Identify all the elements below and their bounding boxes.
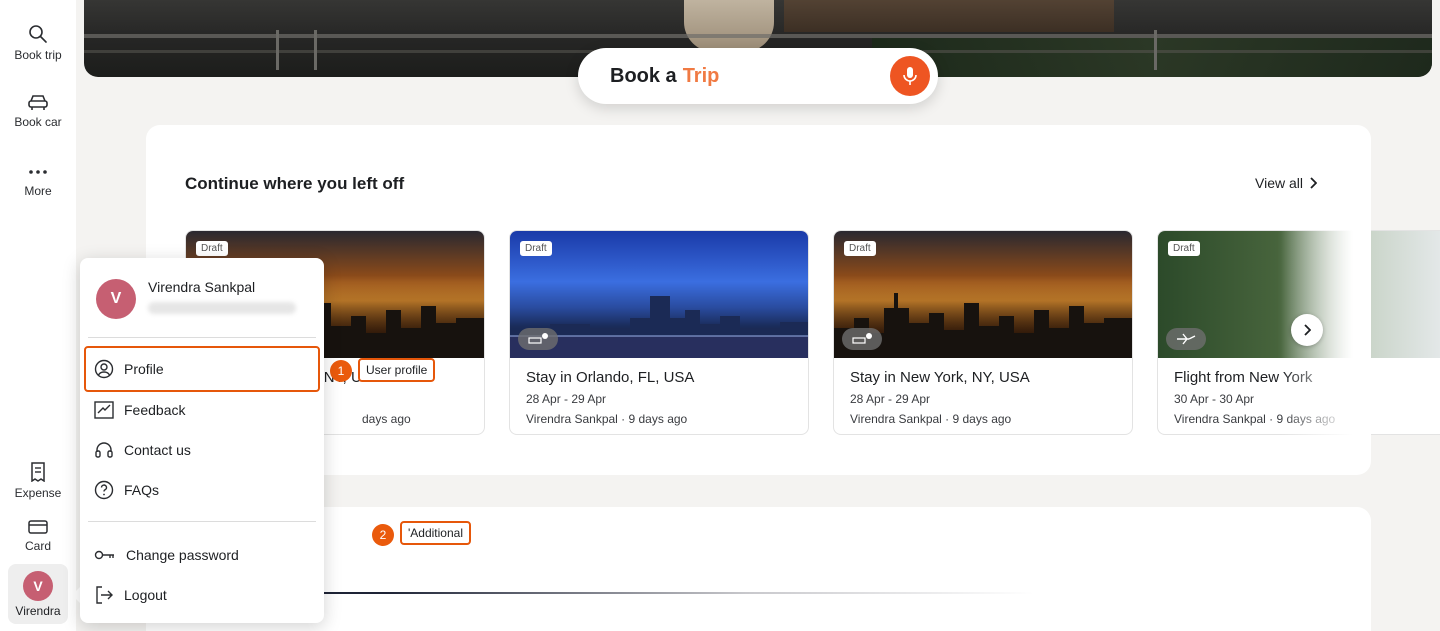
- chevron-right-icon: [1304, 324, 1311, 336]
- menu-item-change-password[interactable]: Change password: [88, 535, 316, 575]
- microphone-icon: [903, 67, 917, 85]
- rail-item-label: Expense: [14, 486, 62, 500]
- mic-button[interactable]: [890, 56, 930, 96]
- hotel-badge: [518, 328, 558, 350]
- menu-item-faqs[interactable]: FAQs: [88, 470, 316, 510]
- rail-item-label: More: [24, 184, 52, 198]
- rail-item-expense[interactable]: Expense: [0, 462, 76, 500]
- menu-item-feedback[interactable]: Feedback: [88, 390, 316, 430]
- user-name: Virendra Sankpal: [148, 279, 256, 295]
- tab-indicator: [314, 592, 1034, 594]
- trip-image: Draft: [834, 231, 1132, 358]
- view-all-link[interactable]: View all: [1255, 175, 1317, 191]
- rail-item-label: Card: [24, 539, 51, 553]
- menu-divider: [88, 337, 316, 338]
- trip-meta: Virendra Sankpal · 9 days ago: [526, 412, 688, 426]
- additional-panel: [146, 507, 1371, 631]
- hero-hut: [784, 0, 1114, 32]
- hero-post: [1154, 30, 1157, 70]
- trip-image: Draft: [510, 231, 808, 358]
- menu-item-logout[interactable]: Logout: [88, 575, 316, 615]
- left-rail: Book trip Book car More Expense Card V V…: [0, 0, 76, 631]
- draft-badge: Draft: [1168, 241, 1200, 256]
- hero-railing: [84, 34, 1432, 38]
- menu-item-label: Feedback: [124, 402, 186, 418]
- rail-item-card[interactable]: Card: [0, 519, 76, 553]
- trip-title: Stay in New York, NY, USA: [850, 369, 1030, 386]
- trip-card[interactable]: Draft Stay in Orlando, FL, USA 28 Apr - …: [509, 230, 809, 435]
- rail-item-more[interactable]: More: [0, 164, 76, 198]
- book-trip-search[interactable]: Book a Trip: [578, 48, 938, 104]
- skyline-graphic: [834, 293, 1132, 358]
- hero-post: [276, 30, 279, 70]
- avatar: V: [23, 570, 53, 601]
- view-all-label: View all: [1255, 175, 1303, 191]
- chevron-right-icon: [1310, 177, 1317, 189]
- flight-badge: [1166, 328, 1206, 350]
- menu-item-label: Contact us: [124, 442, 191, 458]
- hero-figure: [684, 0, 774, 52]
- menu-pointer: [72, 587, 80, 603]
- trip-meta: Virendra Sankpal · 9 days ago: [850, 412, 1012, 426]
- section-title: Continue where you left off: [185, 174, 405, 193]
- skyline-graphic: [510, 296, 808, 358]
- trip-meta: days ago: [362, 412, 411, 426]
- flight-icon: [1177, 333, 1196, 345]
- step-label: User profile: [358, 358, 436, 382]
- trip-dates: 30 Apr - 30 Apr: [1174, 392, 1255, 406]
- headset-icon: [95, 442, 113, 458]
- search-prefix: Book a: [610, 64, 677, 87]
- step-label: 'Additional: [400, 521, 471, 545]
- feedback-icon: [94, 401, 114, 419]
- search-icon: [29, 25, 47, 43]
- receipt-icon: [31, 462, 45, 482]
- hotel-icon: [852, 333, 872, 344]
- step-badge: 2: [372, 524, 394, 546]
- car-icon: [28, 95, 48, 110]
- trip-dates: 28 Apr - 29 Apr: [850, 392, 931, 406]
- card-icon: [28, 520, 48, 534]
- hero-greenery: [872, 38, 1432, 77]
- draft-badge: Draft: [844, 241, 876, 256]
- carousel-next-button[interactable]: [1291, 314, 1323, 346]
- hotel-badge: [842, 328, 882, 350]
- draft-badge: Draft: [196, 241, 228, 256]
- trip-dates: 28 Apr - 29 Apr: [526, 392, 607, 406]
- user-menu: V Virendra Sankpal Profile Feedback Cont…: [80, 258, 324, 623]
- rail-item-book-trip[interactable]: Book trip: [0, 24, 76, 62]
- logout-icon: [96, 586, 113, 604]
- menu-item-label: Profile: [124, 361, 164, 377]
- key-icon: [94, 550, 114, 560]
- more-icon: [29, 170, 47, 174]
- hotel-icon: [528, 333, 548, 344]
- trip-card[interactable]: Draft Stay in New York, NY, USA 28 Apr -…: [833, 230, 1133, 435]
- step-badge: 1: [330, 360, 352, 382]
- continue-panel: Continue where you left off View all Dra…: [146, 125, 1440, 475]
- hero-post: [314, 30, 317, 70]
- avatar: V: [96, 279, 136, 319]
- draft-badge: Draft: [520, 241, 552, 256]
- menu-item-label: Change password: [126, 547, 239, 563]
- menu-item-contact-us[interactable]: Contact us: [88, 430, 316, 470]
- rail-item-label: Book trip: [14, 48, 62, 62]
- menu-item-label: FAQs: [124, 482, 160, 498]
- question-icon: [94, 480, 114, 500]
- user-circle-icon: [94, 359, 114, 379]
- search-accent: Trip: [682, 64, 720, 87]
- rail-item-label: Book car: [14, 115, 62, 129]
- menu-divider: [88, 521, 316, 522]
- rail-user-button[interactable]: V Virendra: [8, 564, 68, 624]
- menu-item-profile[interactable]: Profile: [84, 346, 320, 392]
- trip-title: Stay in Orlando, FL, USA: [526, 369, 695, 386]
- rail-item-book-car[interactable]: Book car: [0, 93, 76, 129]
- rail-user-label: Virendra: [15, 603, 61, 618]
- user-email-redacted: [148, 302, 296, 314]
- menu-item-label: Logout: [124, 587, 167, 603]
